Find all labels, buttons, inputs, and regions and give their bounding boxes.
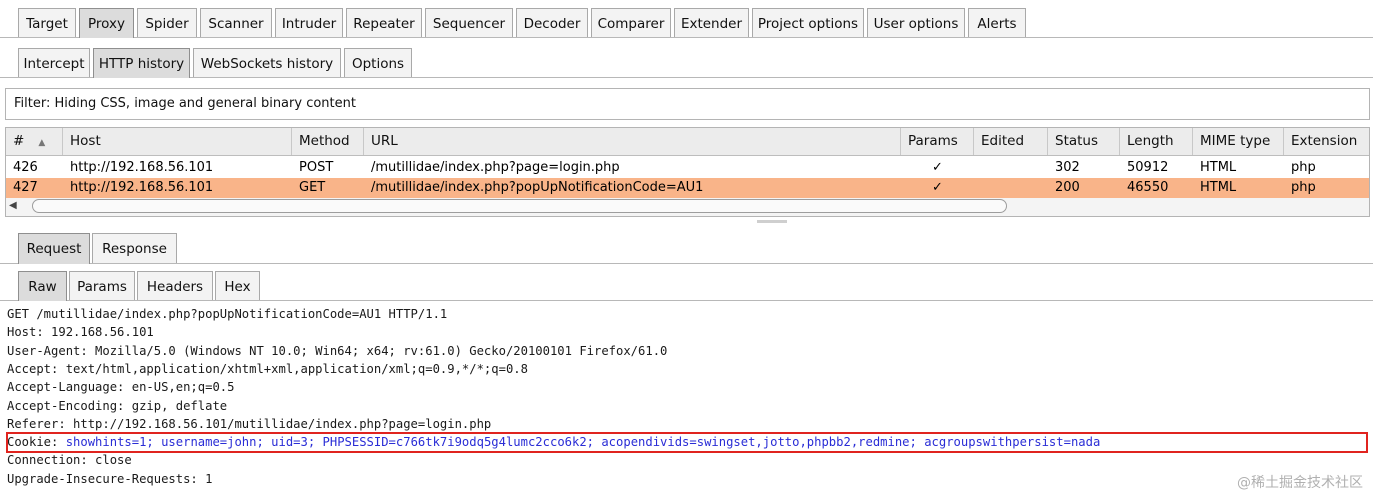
table-header: # ▲ Host Method URL Params Edited Status …: [6, 128, 1369, 156]
header-connection: Connection: close: [7, 453, 132, 467]
cell-number: 427: [13, 180, 38, 195]
cell-host: http://192.168.56.101: [70, 180, 214, 195]
tab-target[interactable]: Target: [18, 8, 76, 38]
tab-headers[interactable]: Headers: [137, 271, 213, 301]
cell-method: POST: [299, 160, 334, 175]
cell-params-check-icon: ✓: [932, 160, 943, 175]
scroll-left-arrow-icon[interactable]: ◀: [9, 200, 17, 211]
column-header-params[interactable]: Params: [901, 128, 974, 155]
cell-status: 302: [1055, 160, 1080, 175]
tab-websockets-history[interactable]: WebSockets history: [193, 48, 341, 78]
tab-params[interactable]: Params: [69, 271, 135, 301]
column-header-url[interactable]: URL: [364, 128, 901, 155]
pane-splitter[interactable]: [5, 219, 1370, 225]
tab-project-options[interactable]: Project options: [752, 8, 864, 38]
cell-host: http://192.168.56.101: [70, 160, 214, 175]
tab-response[interactable]: Response: [92, 233, 177, 264]
cell-extension: php: [1291, 160, 1316, 175]
tab-comparer[interactable]: Comparer: [591, 8, 671, 38]
cell-url: /mutillidae/index.php?popUpNotificationC…: [371, 180, 704, 195]
watermark: @稀土掘金技术社区: [1237, 475, 1363, 491]
splitter-grip-icon[interactable]: [757, 220, 787, 223]
cell-edited: [974, 158, 1048, 178]
tab-spider[interactable]: Spider: [137, 8, 197, 38]
cell-method: GET: [299, 180, 326, 195]
main-tab-bar: Target Proxy Spider Scanner Intruder Rep…: [0, 5, 1373, 38]
column-header-method[interactable]: Method: [292, 128, 364, 155]
column-header-extension[interactable]: Extension: [1284, 128, 1369, 155]
column-header-edited[interactable]: Edited: [974, 128, 1048, 155]
tab-request[interactable]: Request: [18, 233, 90, 264]
proxy-tab-bar: Intercept HTTP history WebSockets histor…: [0, 45, 1373, 78]
cell-length: 46550: [1127, 180, 1169, 195]
header-accept-encoding: Accept-Encoding: gzip, deflate: [7, 399, 228, 413]
cell-params-check-icon: ✓: [932, 180, 943, 195]
column-header-status[interactable]: Status: [1048, 128, 1120, 155]
cell-url: /mutillidae/index.php?page=login.php: [371, 160, 620, 175]
column-header-number[interactable]: # ▲: [6, 128, 63, 155]
tab-user-options[interactable]: User options: [867, 8, 965, 38]
tab-raw[interactable]: Raw: [18, 271, 67, 301]
header-referer: Referer: http://192.168.56.101/mutillida…: [7, 417, 492, 431]
tab-hex[interactable]: Hex: [215, 271, 260, 301]
cell-status: 200: [1055, 180, 1080, 195]
cell-mime-type: HTML: [1200, 180, 1237, 195]
header-upgrade-insecure-requests: Upgrade-Insecure-Requests: 1: [7, 472, 213, 486]
view-tab-bar: Raw Params Headers Hex: [0, 269, 1373, 301]
raw-request-editor[interactable]: GET /mutillidae/index.php?popUpNotificat…: [5, 302, 1370, 496]
cell-mime-type: HTML: [1200, 160, 1237, 175]
horizontal-scrollbar[interactable]: ◀: [6, 198, 1369, 216]
tab-proxy[interactable]: Proxy: [79, 8, 134, 38]
http-history-table: # ▲ Host Method URL Params Edited Status …: [5, 127, 1370, 217]
sort-ascending-icon: ▲: [38, 138, 46, 148]
tab-intercept[interactable]: Intercept: [18, 48, 90, 78]
column-label: #: [13, 133, 25, 149]
column-header-mime-type[interactable]: MIME type: [1193, 128, 1284, 155]
cell-edited: [974, 178, 1048, 198]
filter-bar[interactable]: Filter: Hiding CSS, image and general bi…: [5, 88, 1370, 120]
tab-alerts[interactable]: Alerts: [968, 8, 1026, 38]
request-line: GET /mutillidae/index.php?popUpNotificat…: [7, 307, 448, 321]
tab-extender[interactable]: Extender: [674, 8, 749, 38]
tab-options[interactable]: Options: [344, 48, 412, 78]
header-user-agent: User-Agent: Mozilla/5.0 (Windows NT 10.0…: [7, 344, 668, 358]
tab-scanner[interactable]: Scanner: [200, 8, 272, 38]
header-host: Host: 192.168.56.101: [7, 325, 154, 339]
cell-extension: php: [1291, 180, 1316, 195]
column-header-length[interactable]: Length: [1120, 128, 1193, 155]
table-row-selected[interactable]: 427 http://192.168.56.101 GET /mutillida…: [6, 178, 1369, 198]
tab-http-history[interactable]: HTTP history: [93, 48, 190, 78]
scrollbar-thumb[interactable]: [32, 199, 1007, 213]
header-accept-language: Accept-Language: en-US,en;q=0.5: [7, 380, 235, 394]
tab-repeater[interactable]: Repeater: [346, 8, 422, 38]
message-tab-bar: Request Response: [0, 230, 1373, 264]
cell-number: 426: [13, 160, 38, 175]
tab-decoder[interactable]: Decoder: [516, 8, 588, 38]
column-header-host[interactable]: Host: [63, 128, 292, 155]
tab-sequencer[interactable]: Sequencer: [425, 8, 513, 38]
table-row[interactable]: 426 http://192.168.56.101 POST /mutillid…: [6, 158, 1369, 178]
cell-length: 50912: [1127, 160, 1169, 175]
header-accept: Accept: text/html,application/xhtml+xml,…: [7, 362, 528, 376]
cookie-highlight-box: [6, 432, 1368, 453]
tab-intruder[interactable]: Intruder: [275, 8, 343, 38]
